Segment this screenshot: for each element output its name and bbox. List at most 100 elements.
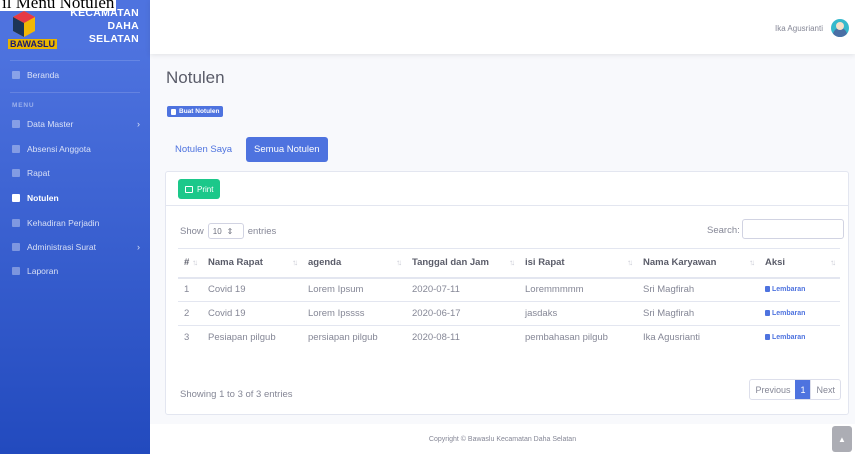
sidebar-item-kehadiran-perjadin[interactable]: Kehadiran Perjadin: [0, 212, 150, 234]
entries-select[interactable]: 10 ⇕: [207, 223, 244, 239]
cell-tanggal: 2020-08-11: [406, 325, 519, 350]
notulen-card: Print Show 10 ⇕ entries Search: # ↑↓ Nama…: [165, 171, 849, 415]
sidebar-item-laporan[interactable]: Laporan: [0, 260, 150, 282]
cell-agenda: Lorem Ipsum: [302, 277, 406, 302]
sort-icon: ↑↓: [627, 258, 633, 267]
chevron-up-icon: ▲: [838, 434, 846, 444]
sort-icon: ↑↓: [396, 258, 402, 267]
search-input[interactable]: [742, 219, 844, 239]
buat-notulen-label: Buat Notulen: [179, 108, 220, 115]
cell-isi-rapat: pembahasan pilgub: [519, 325, 637, 350]
file-icon: [12, 194, 20, 202]
column-header-nama-karyawan[interactable]: Nama Karyawan ↑↓: [637, 248, 759, 279]
sort-icon: ↑↓: [830, 258, 836, 267]
scroll-to-top-button[interactable]: ▲: [832, 426, 852, 452]
print-icon: [185, 185, 193, 193]
sidebar-item-label: Absensi Anggota: [27, 144, 91, 154]
bawaslu-logo-icon: [13, 11, 35, 37]
column-header-nama-rapat[interactable]: Nama Rapat ↑↓: [202, 248, 302, 279]
folder-icon: [12, 120, 20, 128]
table-row: 3 Pesiapan pilgub persiapan pilgub 2020-…: [178, 325, 840, 350]
id-card-icon: [12, 145, 20, 153]
sidebar-heading: MENU: [12, 102, 35, 109]
avatar[interactable]: [831, 19, 849, 37]
sidebar-divider: [10, 60, 140, 61]
file-icon: [171, 108, 176, 115]
sidebar-item-label: Laporan: [27, 266, 59, 276]
users-icon: [12, 169, 20, 177]
column-header-number[interactable]: # ↑↓: [178, 248, 202, 279]
pagination-next[interactable]: Next: [810, 380, 840, 399]
chevron-right-icon: ›: [137, 242, 140, 252]
sort-icon: ↑↓: [292, 258, 298, 267]
cell-tanggal: 2020-06-17: [406, 301, 519, 326]
column-header-agenda[interactable]: agenda ↑↓: [302, 248, 406, 279]
cell-aksi: Lembaran: [759, 277, 840, 302]
tab-semua-notulen[interactable]: Semua Notulen: [246, 137, 328, 162]
sidebar-item-beranda[interactable]: Beranda: [0, 64, 150, 86]
lembaran-link[interactable]: Lembaran: [765, 286, 805, 293]
sort-icon: ↑↓: [192, 258, 198, 267]
chevron-right-icon: ›: [137, 119, 140, 129]
sidebar-item-absensi-anggota[interactable]: Absensi Anggota: [0, 138, 150, 160]
table-header-row: # ↑↓ Nama Rapat ↑↓ agenda ↑↓ Tanggal dan Ja…: [178, 248, 840, 279]
sidebar-item-administrasi-surat[interactable]: Administrasi Surat ›: [0, 236, 150, 258]
user-name[interactable]: Ika Agusrianti: [775, 24, 823, 33]
print-label: Print: [197, 184, 214, 194]
cell-aksi: Lembaran: [759, 301, 840, 326]
brand[interactable]: BAWASLU KECAMATAN DAHA SELATAN: [5, 5, 145, 55]
sidebar-item-label: Notulen: [27, 193, 59, 203]
file-icon: [765, 334, 770, 341]
print-button[interactable]: Print: [178, 179, 221, 199]
sidebar: BAWASLU KECAMATAN DAHA SELATAN Beranda M…: [0, 0, 150, 454]
tab-notulen-saya[interactable]: Notulen Saya: [167, 137, 240, 162]
tachometer-icon: [12, 71, 20, 79]
pagination: Previous 1 Next: [749, 379, 841, 400]
topbar: Ika Agusrianti: [150, 0, 855, 54]
cell-nama-karyawan: Sri Magfirah: [637, 277, 759, 302]
sidebar-item-data-master[interactable]: Data Master ›: [0, 113, 150, 135]
tabs: Notulen Saya Semua Notulen: [167, 137, 328, 162]
sort-updown-icon: ⇕: [226, 226, 234, 236]
cell-number: 1: [178, 277, 202, 302]
column-header-tanggal[interactable]: Tanggal dan Jam ↑↓: [406, 248, 519, 279]
envelope-icon: [12, 243, 20, 251]
pagination-previous[interactable]: Previous: [750, 380, 795, 399]
sidebar-item-label: Beranda: [27, 70, 60, 80]
entries-length: Show 10 ⇕ entries: [180, 223, 276, 239]
sidebar-item-notulen[interactable]: Notulen: [0, 187, 150, 209]
sidebar-item-label: Rapat: [27, 168, 50, 178]
cell-number: 2: [178, 301, 202, 326]
pagination-page-1[interactable]: 1: [795, 380, 811, 399]
sidebar-item-rapat[interactable]: Rapat: [0, 162, 150, 184]
show-label: Show: [180, 225, 204, 237]
lembaran-link[interactable]: Lembaran: [765, 334, 805, 341]
column-header-isi-rapat[interactable]: isi Rapat ↑↓: [519, 248, 637, 279]
table-row: 1 Covid 19 Lorem Ipsum 2020-07-11 Loremm…: [178, 277, 840, 302]
cell-nama-rapat: Covid 19: [202, 277, 302, 302]
cell-isi-rapat: jasdaks: [519, 301, 637, 326]
sidebar-item-label: Data Master: [27, 119, 74, 129]
cell-aksi: Lembaran: [759, 325, 840, 350]
card-divider: [166, 205, 848, 206]
entries-label: entries: [247, 225, 277, 237]
brand-text: KECAMATAN DAHA SELATAN: [47, 7, 139, 46]
cell-tanggal: 2020-07-11: [406, 277, 519, 302]
buat-notulen-button[interactable]: Buat Notulen: [167, 106, 224, 117]
file-icon: [765, 310, 770, 316]
cell-nama-karyawan: Sri Magfirah: [637, 301, 759, 326]
table-row: 2 Covid 19 Lorem Ipssss 2020-06-17 jasda…: [178, 301, 840, 326]
column-header-aksi[interactable]: Aksi ↑↓: [759, 248, 840, 279]
lembaran-link[interactable]: Lembaran: [765, 310, 805, 317]
cell-nama-rapat: Pesiapan pilgub: [202, 325, 302, 350]
sidebar-item-label: Kehadiran Perjadin: [27, 218, 100, 228]
file-alt-icon: [12, 267, 20, 275]
cell-isi-rapat: Loremmmmm: [519, 277, 637, 302]
table-info: Showing 1 to 3 of 3 entries: [180, 389, 293, 400]
cell-number: 3: [178, 325, 202, 350]
car-icon: [12, 219, 20, 227]
brand-line-2: DAHA: [107, 20, 139, 32]
copyright-text: Copyright © Bawaslu Kecamatan Daha Selat…: [428, 436, 577, 443]
notulen-table: # ↑↓ Nama Rapat ↑↓ agenda ↑↓ Tanggal dan Ja…: [178, 248, 840, 350]
cell-agenda: persiapan pilgub: [302, 325, 406, 350]
